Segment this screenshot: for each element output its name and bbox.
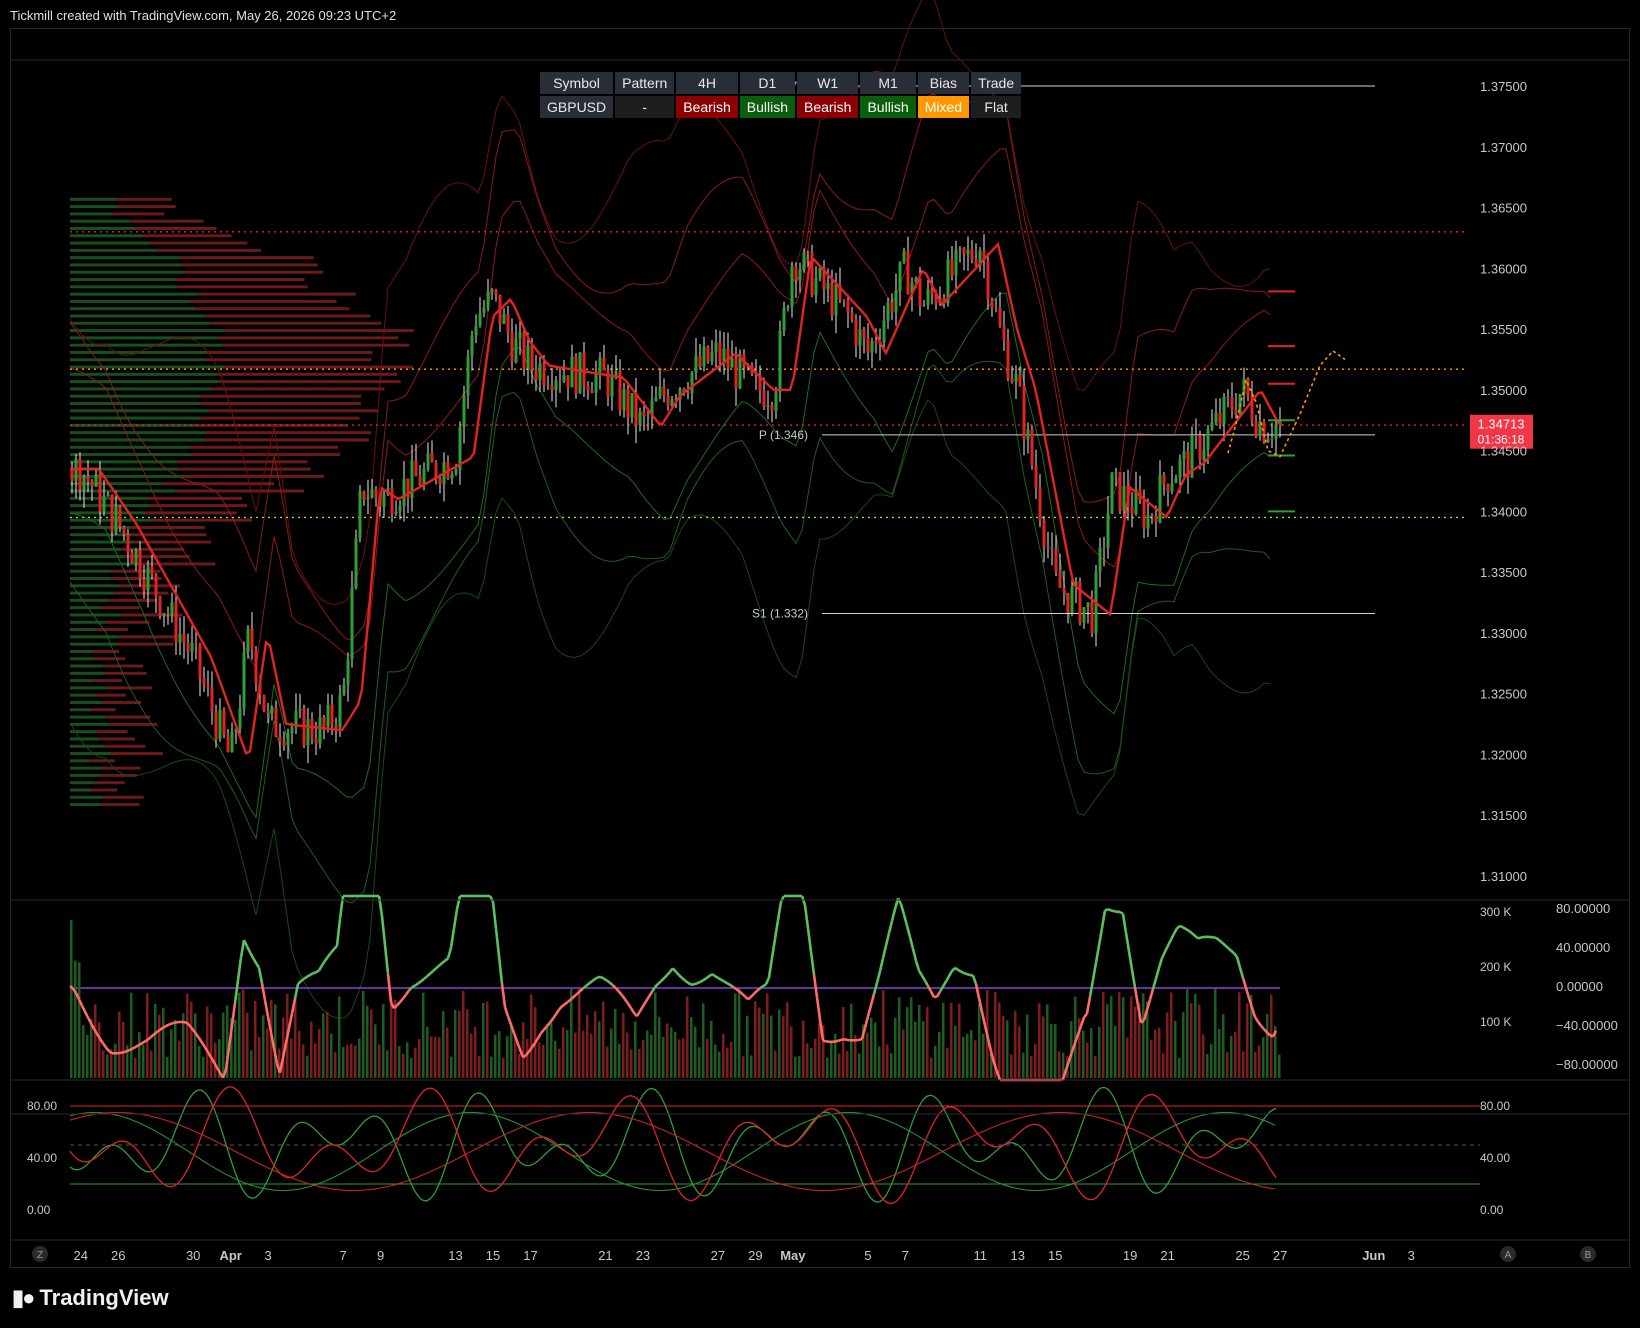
- summary-cell-2: Bearish: [676, 96, 738, 118]
- tradingview-logo[interactable]: ▮● TradingView: [12, 1285, 169, 1311]
- summary-header-5: M1: [860, 72, 916, 94]
- summary-header-0: Symbol: [540, 72, 614, 94]
- summary-header-7: Trade: [971, 72, 1022, 94]
- summary-cell-0: GBPUSD: [540, 96, 614, 118]
- chart-frame: [10, 28, 1630, 1268]
- summary-header-row: Symbol Pattern 4H D1 W1 M1 Bias Trade: [540, 72, 1022, 94]
- summary-header-6: Bias: [917, 72, 970, 94]
- summary-cell-6: Mixed: [917, 96, 970, 118]
- summary-value-row: GBPUSD - Bearish Bullish Bearish Bullish Mixed…: [540, 96, 1022, 118]
- tradingview-mark-icon: ▮●: [12, 1285, 35, 1310]
- summary-cell-4: Bearish: [796, 96, 859, 118]
- summary-cell-5: Bullish: [860, 96, 916, 118]
- signal-summary-table: Symbol Pattern 4H D1 W1 M1 Bias Trade GBPUSD - Be…: [538, 70, 1023, 120]
- summary-cell-7: Flat: [971, 96, 1022, 118]
- summary-header-4: W1: [796, 72, 859, 94]
- summary-cell-1: -: [615, 96, 675, 118]
- summary-header-2: 4H: [676, 72, 738, 94]
- summary-cell-3: Bullish: [739, 96, 795, 118]
- summary-header-1: Pattern: [615, 72, 675, 94]
- tradingview-brand-label: TradingView: [39, 1285, 169, 1310]
- summary-header-3: D1: [739, 72, 795, 94]
